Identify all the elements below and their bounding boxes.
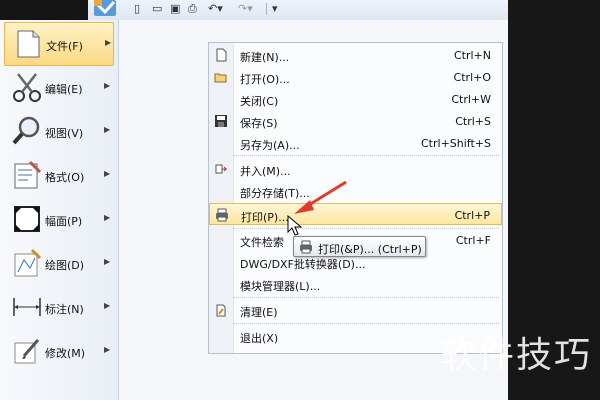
menu-divider <box>233 323 499 324</box>
scissors-icon <box>13 73 41 102</box>
menu-item-open[interactable]: 打开(O)... Ctrl+O <box>209 66 502 88</box>
menu-item-print[interactable]: 打印(P)... Ctrl+P <box>209 203 502 225</box>
red-arrow-annotation <box>294 180 347 214</box>
app-menu-categories: 文件(F) ▶ 编辑(E) ▶ 视图(V) ▶ 格式(O) ▶ 幅面(P) ▶ … <box>0 20 119 400</box>
category-label: 格式(O) <box>45 171 85 184</box>
menu-item-shortcut: Ctrl+O <box>453 71 491 84</box>
category-label: 修改(M) <box>45 347 86 360</box>
menu-item-label: 另存为(A)... <box>240 139 300 152</box>
format-icon <box>14 160 42 189</box>
print-tooltip: 打印(&P)... (Ctrl+P) <box>293 236 426 257</box>
menu-item-save-as[interactable]: 另存为(A)... Ctrl+Shift+S <box>209 132 502 154</box>
category-draw[interactable]: 绘图(D) ▶ <box>4 242 114 286</box>
menu-item-partial-save[interactable]: 部分存储(T)... <box>209 180 502 202</box>
category-dimension[interactable]: 标注(N) ▶ <box>4 286 114 330</box>
menu-divider <box>233 297 499 298</box>
quick-access-toolbar: ▯ ▭ ▣ ⎙ ↶▾ ↷▾ ▾ <box>88 0 508 21</box>
watermark-text: 软件技巧 <box>439 335 592 376</box>
menu-item-label: 清理(E) <box>240 306 278 319</box>
chevron-right-icon: ▶ <box>104 213 111 222</box>
category-label: 幅面(P) <box>45 215 83 228</box>
save-icon[interactable]: ▣ <box>170 2 180 16</box>
purge-icon <box>216 304 226 317</box>
merge-icon <box>215 164 227 174</box>
chevron-right-icon: ▶ <box>104 81 111 90</box>
menu-divider <box>233 155 499 156</box>
menu-item-label: 关闭(C) <box>240 95 279 108</box>
tooltip-text: 打印(&P)... (Ctrl+P) <box>318 243 422 256</box>
toolbar-separator <box>266 3 267 15</box>
customize-toolbar-icon[interactable]: ▾ <box>272 2 278 16</box>
open-folder-icon <box>214 73 227 83</box>
menu-item-label: 保存(S) <box>240 117 278 130</box>
menu-item-save[interactable]: 保存(S) Ctrl+S <box>209 110 502 132</box>
printer-icon <box>300 240 312 254</box>
chevron-right-icon: ▶ <box>104 125 111 134</box>
category-view[interactable]: 视图(V) ▶ <box>4 110 114 154</box>
dimension-icon <box>13 298 41 316</box>
menu-item-label: 文件检索 <box>240 236 284 249</box>
category-label: 视图(V) <box>45 127 84 140</box>
category-label: 文件(F) <box>46 40 83 53</box>
print-icon[interactable]: ⎙ <box>188 2 197 16</box>
frame-icon <box>14 206 40 232</box>
category-label: 编辑(E) <box>45 83 83 96</box>
chevron-right-icon: ▶ <box>104 301 111 310</box>
chevron-right-icon: ▶ <box>104 257 111 266</box>
menu-item-label: 打开(O)... <box>240 73 290 86</box>
category-label: 绘图(D) <box>45 259 85 272</box>
category-file[interactable]: 文件(F) ▶ <box>4 22 114 66</box>
new-file-icon[interactable]: ▯ <box>134 2 140 16</box>
mouse-cursor-icon <box>287 215 303 236</box>
new-doc-icon <box>216 48 227 62</box>
menu-item-label: DWG/DXF批转换器(D)... <box>240 258 366 271</box>
menu-item-merge[interactable]: 并入(M)... <box>209 158 502 180</box>
undo-icon[interactable]: ↶▾ <box>208 2 223 16</box>
menu-item-shortcut: Ctrl+W <box>451 93 491 106</box>
menu-item-shortcut: Ctrl+F <box>455 234 491 247</box>
save-icon <box>215 115 227 127</box>
menu-item-label: 并入(M)... <box>240 165 291 178</box>
printer-icon <box>216 208 228 222</box>
menu-item-label: 退出(X) <box>240 332 279 345</box>
menu-item-shortcut: Ctrl+P <box>454 209 490 222</box>
category-edit[interactable]: 编辑(E) ▶ <box>4 66 114 110</box>
menu-item-close[interactable]: 关闭(C) Ctrl+W <box>209 88 502 110</box>
draw-icon <box>14 248 42 277</box>
file-icon <box>17 30 40 58</box>
menu-item-shortcut: Ctrl+S <box>455 115 491 128</box>
menu-item-new[interactable]: 新建(N)... Ctrl+N <box>209 44 502 66</box>
menu-item-shortcut: Ctrl+N <box>453 49 491 62</box>
redo-icon[interactable]: ↷▾ <box>238 2 253 16</box>
menu-item-label: 新建(N)... <box>240 51 290 64</box>
menu-item-label: 模块管理器(L)... <box>240 280 321 293</box>
magnifier-icon <box>12 116 40 145</box>
chevron-right-icon: ▶ <box>105 38 112 47</box>
app-logo-icon[interactable] <box>92 0 120 18</box>
menu-item-purge[interactable]: 清理(E) <box>209 299 502 321</box>
file-submenu: 新建(N)... Ctrl+N 打开(O)... Ctrl+O 关闭(C) Ct… <box>208 42 503 354</box>
modify-icon <box>14 339 40 364</box>
category-frame[interactable]: 幅面(P) ▶ <box>4 198 114 242</box>
chevron-right-icon: ▶ <box>104 169 111 178</box>
category-modify[interactable]: 修改(M) ▶ <box>4 330 114 374</box>
open-folder-icon[interactable]: ▭ <box>152 2 162 16</box>
menu-item-module-manager[interactable]: 模块管理器(L)... <box>209 273 502 295</box>
menu-item-label: 打印(P)... <box>241 211 289 224</box>
category-format[interactable]: 格式(O) ▶ <box>4 154 114 198</box>
chevron-right-icon: ▶ <box>104 345 111 354</box>
menu-item-shortcut: Ctrl+Shift+S <box>421 137 491 150</box>
category-label: 标注(N) <box>45 303 84 316</box>
